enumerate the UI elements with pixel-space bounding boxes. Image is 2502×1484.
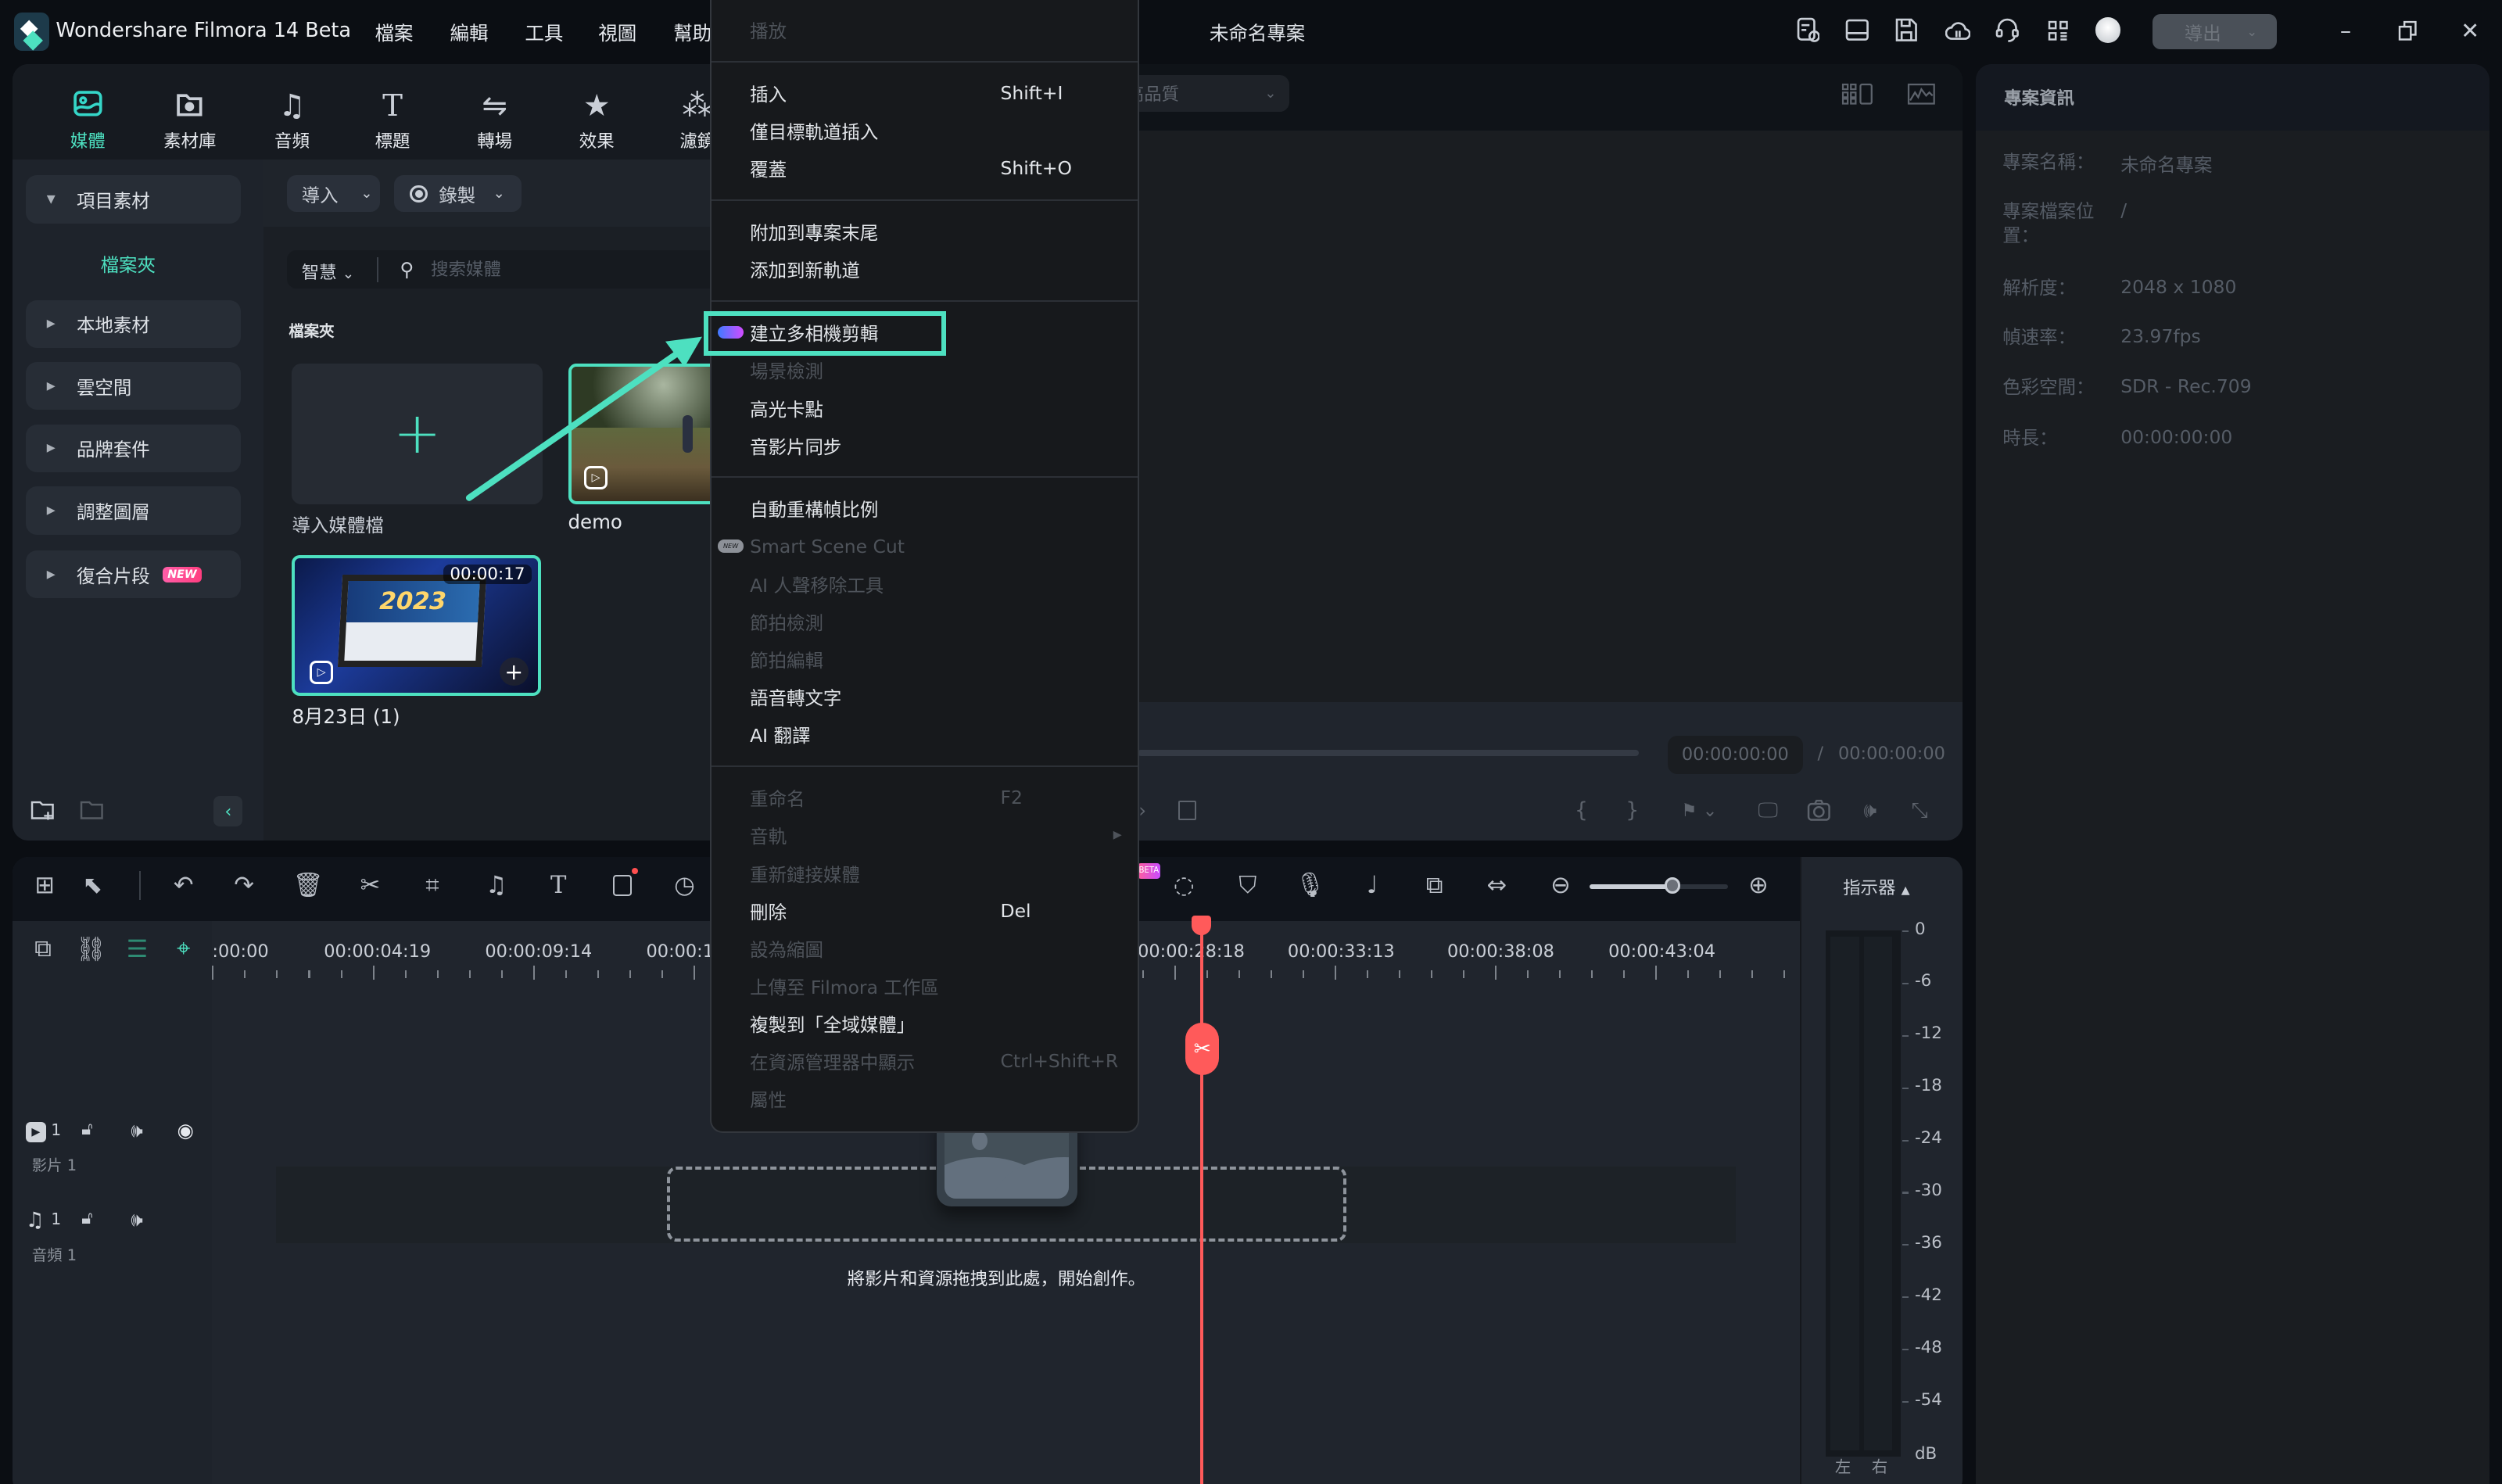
annotation-arrow xyxy=(465,336,702,501)
filmora-window: Wondershare Filmora 14 Beta 檔案 編輯 工具 視圖 … xyxy=(0,0,2502,1484)
